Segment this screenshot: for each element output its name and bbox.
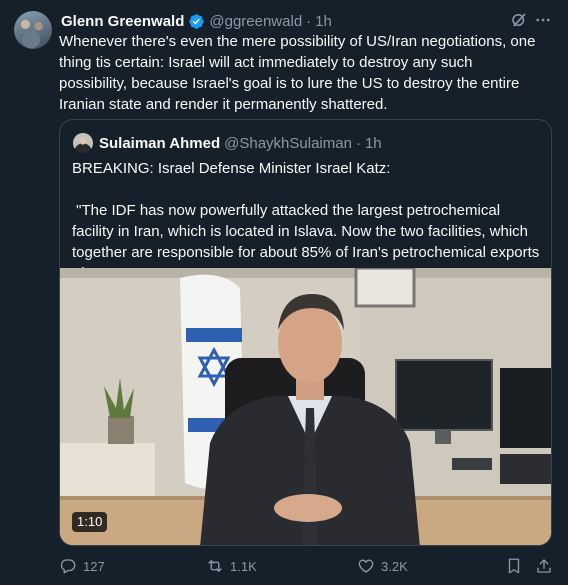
reply-icon xyxy=(60,559,76,574)
bookmark-button[interactable] xyxy=(505,554,529,578)
action-bar: 127 1.1K 3.2K xyxy=(59,554,554,578)
author-avatar[interactable] xyxy=(14,11,52,49)
tweet-header: Glenn Greenwald @ggreenwald · 1h xyxy=(61,11,332,31)
video-player[interactable]: 1:10 xyxy=(60,268,551,545)
reply-count: 127 xyxy=(83,558,105,574)
repost-icon xyxy=(208,560,222,572)
repost-button[interactable]: 1.1K xyxy=(206,554,257,578)
quote-header: Sulaiman Ahmed @ShaykhSulaiman · 1h xyxy=(73,133,382,153)
tweet[interactable]: Glenn Greenwald @ggreenwald · 1h Wheneve… xyxy=(0,0,568,585)
verified-badge-icon xyxy=(189,13,205,29)
video-duration: 1:10 xyxy=(72,512,108,532)
quote-author-avatar xyxy=(73,133,93,153)
author-handle[interactable]: @ggreenwald xyxy=(209,13,302,30)
share-button[interactable] xyxy=(535,554,559,578)
separator-dot: · xyxy=(306,12,312,30)
tweet-text: Whenever there's even the mere possibili… xyxy=(59,33,536,113)
like-button[interactable]: 3.2K xyxy=(357,554,408,578)
like-icon xyxy=(358,559,374,573)
quote-time: 1h xyxy=(364,134,382,152)
quote-author-handle: @ShaykhSulaiman xyxy=(224,134,352,152)
like-count: 3.2K xyxy=(381,558,408,574)
more-icon[interactable] xyxy=(534,11,552,29)
quote-separator-dot: · xyxy=(355,134,361,152)
bookmark-icon xyxy=(508,558,520,574)
quote-text: BREAKING: Israel Defense Minister Israel… xyxy=(72,158,542,284)
tweet-time[interactable]: 1h xyxy=(315,13,332,30)
quoted-tweet[interactable]: Sulaiman Ahmed @ShaykhSulaiman · 1h BREA… xyxy=(59,119,552,546)
quote-author-name: Sulaiman Ahmed xyxy=(99,134,221,152)
grok-icon[interactable] xyxy=(510,11,528,29)
repost-count: 1.1K xyxy=(230,558,257,574)
quote-text-line1: BREAKING: Israel Defense Minister Israel… xyxy=(72,160,391,177)
share-icon xyxy=(537,559,551,573)
author-name[interactable]: Glenn Greenwald xyxy=(61,13,184,30)
reply-button[interactable]: 127 xyxy=(59,554,105,578)
video-thumbnail xyxy=(60,268,551,545)
